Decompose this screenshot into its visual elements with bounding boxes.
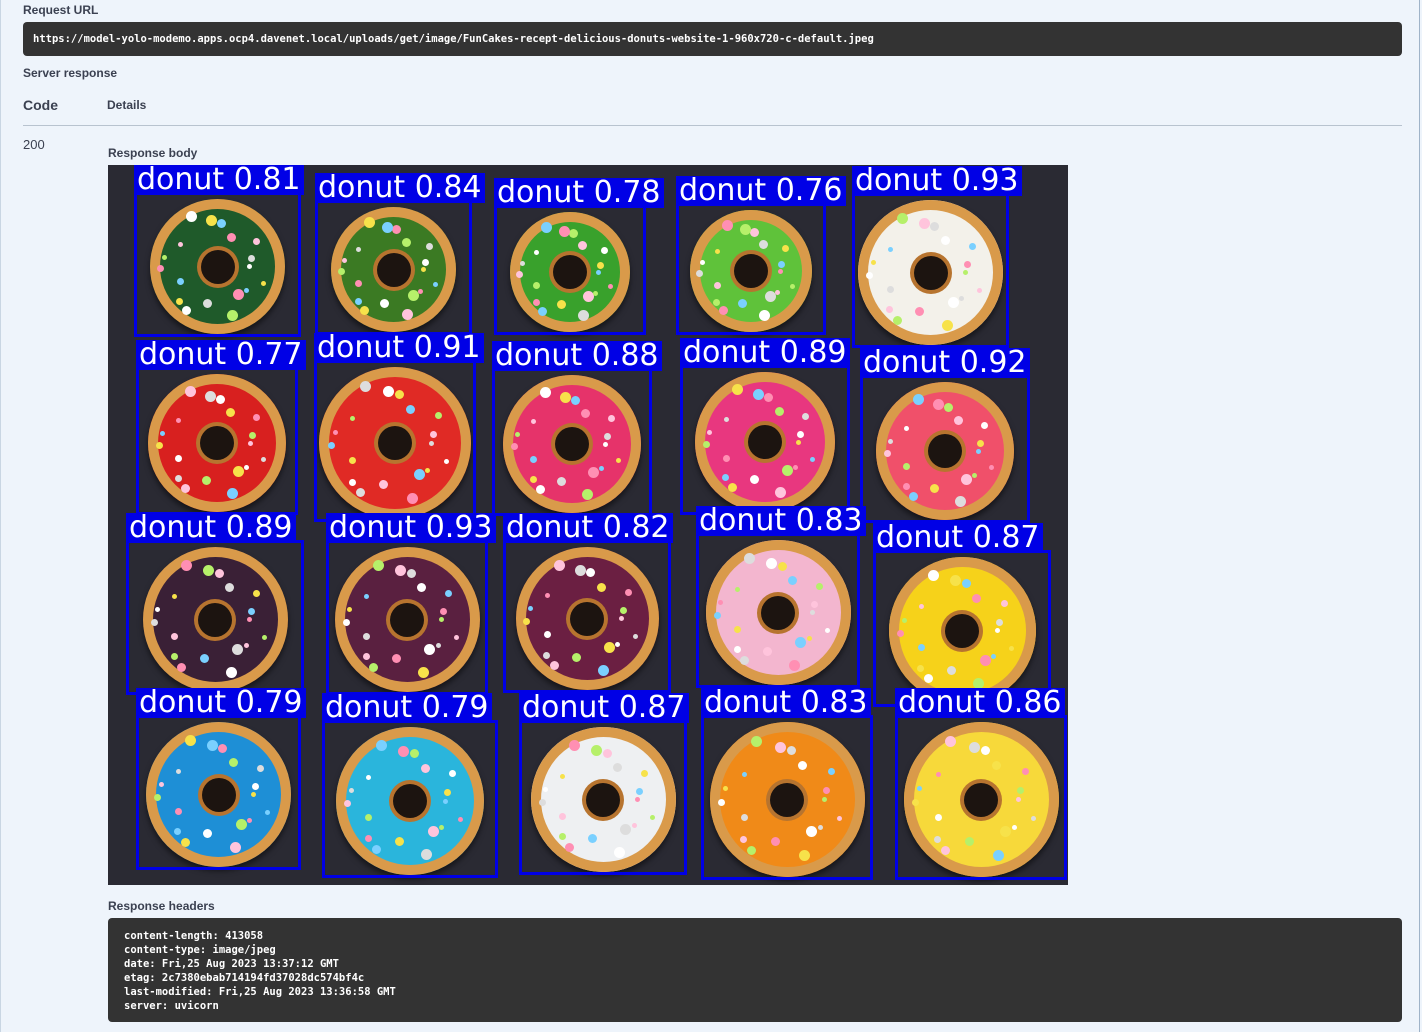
detection-box [852, 193, 1009, 348]
server-response-label: Server response [23, 66, 118, 80]
detection-label: donut 0.92 [860, 348, 1030, 378]
request-url-label: Request URL [23, 3, 99, 17]
detection-box [126, 540, 304, 695]
detection-label: donut 0.87 [519, 693, 689, 723]
detection-label: donut 0.93 [326, 513, 496, 543]
detection-label: donut 0.78 [494, 178, 664, 208]
detection-box [873, 550, 1051, 707]
response-header-line: content-type: image/jpeg [124, 944, 276, 956]
response-headers-label: Response headers [108, 899, 215, 913]
detection-box [860, 375, 1030, 523]
detection-box [136, 367, 298, 515]
detection-label: donut 0.79 [136, 688, 306, 718]
response-image: donut 0.81 donut 0.84 donut 0.78 donut 0.76… [108, 165, 1068, 885]
detection-label: donut 0.87 [873, 523, 1043, 553]
response-header-line: date: Fri,25 Aug 2023 13:37:12 GMT [124, 958, 339, 970]
detection-box [314, 360, 476, 522]
detection-box [315, 200, 472, 335]
response-header-line: last-modified: Fri,25 Aug 2023 13:36:58 … [124, 986, 396, 998]
code-column-header: Code [23, 97, 58, 113]
detection-label: donut 0.86 [895, 688, 1065, 718]
response-header-line: server: uvicorn [124, 1000, 219, 1012]
detection-box [895, 715, 1067, 880]
detection-label: donut 0.83 [696, 506, 866, 536]
detection-box [676, 203, 826, 335]
response-headers-box[interactable]: content-length: 413058 content-type: imag… [108, 918, 1402, 1022]
detection-box [136, 715, 301, 870]
detection-label: donut 0.83 [701, 688, 871, 718]
detection-box [322, 720, 498, 878]
detection-label: donut 0.91 [314, 333, 484, 363]
detection-box [326, 540, 488, 695]
detection-box [696, 533, 860, 688]
detection-box [519, 720, 687, 875]
header-divider [23, 125, 1402, 126]
detection-label: donut 0.76 [676, 176, 846, 206]
detection-label: donut 0.93 [852, 166, 1022, 196]
detection-label: donut 0.84 [315, 173, 485, 203]
detection-box [494, 205, 646, 335]
details-column-header: Details [107, 98, 147, 112]
detection-box [134, 192, 301, 337]
response-header-line: etag: 2c7380ebab714194fd37028dc574bf4c [124, 972, 365, 984]
detection-label: donut 0.89 [126, 513, 296, 543]
detection-label: donut 0.81 [134, 165, 304, 195]
detection-label: donut 0.79 [322, 693, 492, 723]
detection-box [492, 368, 652, 516]
response-header-line: content-length: 413058 [124, 930, 264, 942]
response-code: 200 [23, 137, 45, 152]
detection-label: donut 0.82 [503, 513, 673, 543]
detection-label: donut 0.88 [492, 341, 662, 371]
detection-box [680, 365, 850, 515]
response-panel: Request URL https://model-yolo-modemo.ap… [0, 0, 1420, 1032]
detection-label: donut 0.89 [680, 338, 850, 368]
request-url-box[interactable]: https://model-yolo-modemo.apps.ocp4.dave… [23, 22, 1402, 56]
detection-box [503, 540, 671, 693]
response-body-label: Response body [108, 146, 198, 160]
detection-box [701, 715, 873, 880]
detection-label: donut 0.77 [136, 340, 306, 370]
